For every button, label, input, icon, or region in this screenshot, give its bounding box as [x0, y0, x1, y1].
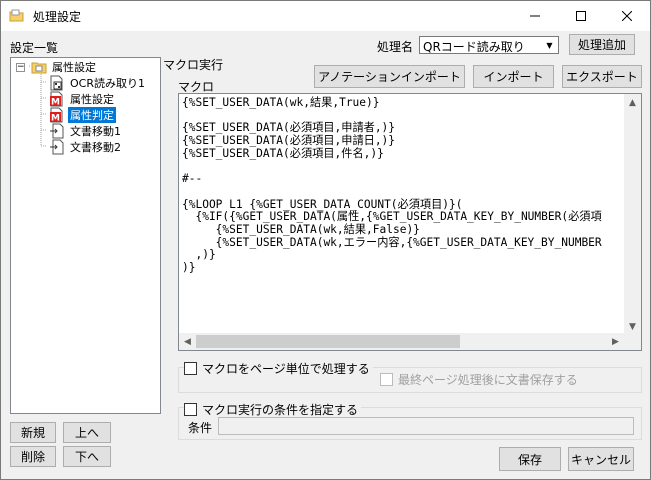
delete-button[interactable]: 削除: [10, 446, 56, 467]
tree-item-folder[interactable]: 属性設定: [31, 59, 98, 75]
scroll-left-icon[interactable]: ◀: [179, 333, 196, 350]
macro-code-text[interactable]: {%SET_USER_DATA(wk,結果,True)} {%SET_USER_…: [182, 96, 602, 275]
tree-item-label: OCR読み取り1: [70, 77, 145, 90]
save-button[interactable]: 保存: [499, 447, 561, 471]
close-button[interactable]: [604, 1, 650, 31]
cancel-button[interactable]: キャンセル: [568, 447, 634, 471]
condition-label: 条件: [188, 421, 213, 435]
svg-text:M: M: [51, 98, 60, 108]
move-up-button[interactable]: 上へ: [63, 422, 111, 443]
condition-input[interactable]: [218, 417, 634, 435]
condition-checkbox[interactable]: マクロ実行の条件を指定する: [184, 401, 362, 418]
tree-collapse-toggle[interactable]: −: [16, 63, 25, 72]
folder-icon: [9, 9, 24, 22]
macro-icon: M: [50, 91, 63, 108]
tree-item-ocr[interactable]: OCR読み取り1: [49, 75, 147, 91]
checkbox-box[interactable]: [184, 403, 197, 416]
add-process-button[interactable]: 処理追加: [569, 34, 635, 55]
per-page-checkbox[interactable]: マクロをページ単位で処理する: [184, 360, 373, 377]
macro-icon: M: [50, 107, 63, 124]
scroll-right-icon[interactable]: ▶: [607, 333, 624, 350]
folder-icon: [31, 62, 47, 74]
per-page-label: マクロをページ単位で処理する: [202, 362, 370, 376]
scroll-corner: [624, 333, 641, 350]
move-document-icon: [50, 139, 64, 155]
checkbox-box[interactable]: [380, 373, 393, 386]
maximize-icon: [576, 11, 586, 21]
tree-item-label: 文書移動1: [70, 125, 121, 138]
condition-toggle-label: マクロ実行の条件を指定する: [202, 403, 359, 417]
minimize-button[interactable]: [512, 1, 558, 31]
tree-item-label: 属性設定: [70, 93, 114, 106]
scroll-up-icon[interactable]: ▲: [624, 94, 641, 111]
window-title: 処理設定: [33, 10, 82, 24]
move-down-button[interactable]: 下へ: [63, 446, 111, 467]
save-after-last-page-checkbox[interactable]: 最終ページ処理後に文書保存する: [380, 371, 578, 388]
import-button[interactable]: インポート: [473, 65, 554, 88]
ocr-document-icon: [50, 75, 63, 91]
tree-item-label-selected: 属性判定: [68, 107, 116, 123]
horizontal-scrollbar[interactable]: ◀ ▶: [179, 333, 624, 350]
title-bar[interactable]: 処理設定: [1, 1, 650, 31]
process-name-label: 処理名: [377, 40, 414, 54]
annotation-import-button[interactable]: アノテーションインポート: [314, 65, 465, 88]
settings-list-label: 設定一覧: [10, 41, 59, 55]
tree-item-attribute-setting[interactable]: M 属性設定: [49, 91, 116, 107]
save-after-last-page-label: 最終ページ処理後に文書保存する: [398, 373, 578, 387]
new-button[interactable]: 新規: [10, 422, 56, 443]
minimize-icon: [530, 15, 540, 17]
tree-item-move-document-1[interactable]: 文書移動1: [49, 123, 123, 139]
macro-editor[interactable]: {%SET_USER_DATA(wk,結果,True)} {%SET_USER_…: [178, 93, 642, 351]
process-name-select[interactable]: QRコード読み取り ▼: [419, 36, 559, 54]
horizontal-scroll-thumb[interactable]: [196, 335, 460, 348]
move-document-icon: [50, 123, 64, 139]
export-button[interactable]: エクスポート: [562, 65, 642, 88]
chevron-down-icon[interactable]: ▼: [541, 37, 558, 53]
maximize-button[interactable]: [558, 1, 604, 31]
settings-tree[interactable]: − 属性設定 OCR読み取り1 M 属性設定 M 属性判定 文書移動1 文書移動…: [10, 57, 161, 414]
vertical-scrollbar[interactable]: ▲ ▼: [624, 94, 641, 335]
checkbox-box[interactable]: [184, 362, 197, 375]
macro-section-title: マクロ実行: [163, 58, 224, 72]
tree-item-move-document-2[interactable]: 文書移動2: [49, 139, 123, 155]
tree-item-label: 属性設定: [52, 61, 96, 74]
tree-item-attribute-judgment[interactable]: M 属性判定: [49, 107, 116, 123]
svg-text:M: M: [51, 114, 60, 124]
process-name-value: QRコード読み取り: [423, 40, 525, 54]
processing-settings-window: 処理設定 設定一覧 − 属性設定 OCR読み取り1 M 属性設定 M 属性判定 …: [0, 0, 651, 480]
close-icon: [622, 11, 632, 21]
tree-item-label: 文書移動2: [70, 141, 121, 154]
